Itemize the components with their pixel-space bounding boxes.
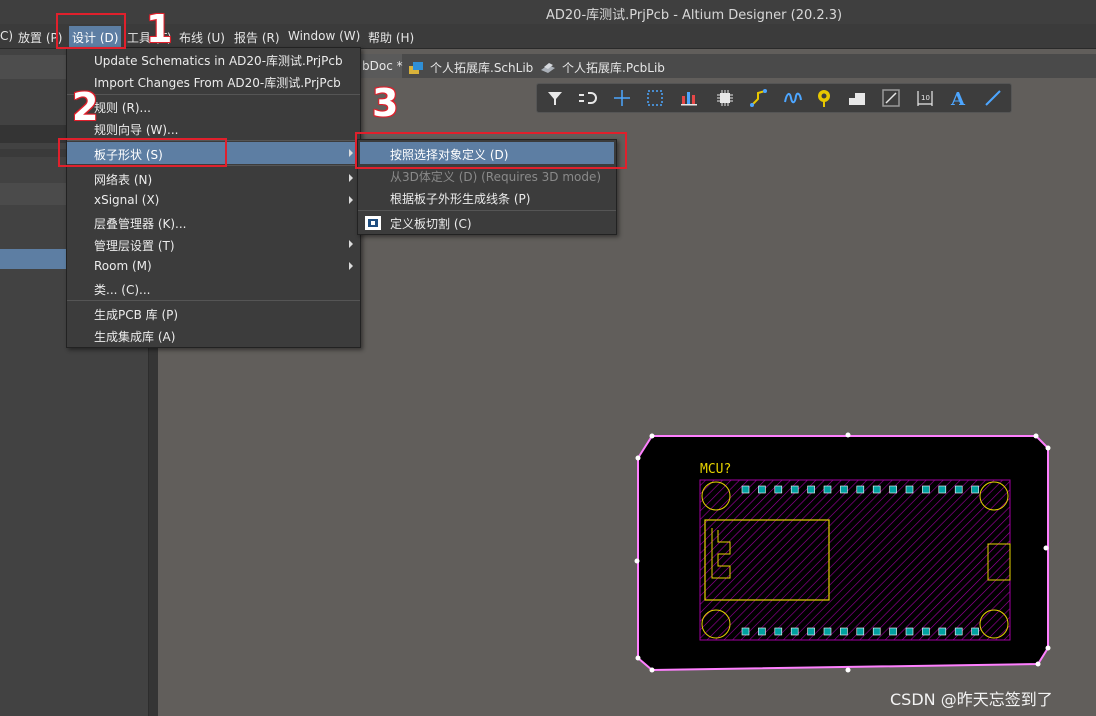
menu-manage-layer-sets[interactable]: 管理层设置 (T) [67,233,360,255]
annotation-box-board-shape [58,138,227,167]
pad[interactable] [905,627,914,636]
pad[interactable] [922,627,930,636]
submenu-create-primitives[interactable]: 根据板子外形生成线条 (P) [358,186,616,208]
menu-import-changes[interactable]: Import Changes From AD20-库测试.PrjPcb [67,70,360,92]
menu-make-integrated-library[interactable]: 生成集成库 (A) [67,324,360,346]
annotation-box-define-from-selected [355,132,627,169]
menu-room[interactable]: Room (M) [67,255,360,277]
pad[interactable] [823,627,832,636]
menu-classes[interactable]: 类... (C)... [67,277,360,299]
menu-layer-stack-manager[interactable]: 层叠管理器 (K)... [67,211,360,233]
via-icon[interactable] [815,88,835,108]
tab-label: 个人拓展库.SchLib [430,61,534,75]
menu-rules[interactable]: 规则 (R)... [67,95,360,117]
route-icon[interactable] [749,88,769,108]
pad[interactable] [938,627,947,636]
line-icon[interactable] [983,88,1003,108]
region-icon[interactable] [881,88,901,108]
menu-separator [67,300,360,301]
pad[interactable] [840,485,848,494]
text-icon[interactable]: A [949,88,969,110]
tab-pcb-doc[interactable]: bDoc * [358,54,403,78]
submenu-arrow-icon [349,240,353,248]
pad[interactable] [840,627,848,636]
active-bar-toolbar: 10 A [536,83,1012,113]
menu-netlist[interactable]: 网络表 (N) [67,167,360,189]
step-number-3: 3 [372,81,399,125]
pcb-board[interactable]: MCU? [630,428,1056,678]
menu-item-window[interactable]: Window (W) [288,29,360,43]
pad[interactable] [905,485,914,494]
pcblib-icon [540,61,556,75]
pad[interactable] [889,627,897,636]
pad[interactable] [774,485,783,494]
menu-xsignal[interactable]: xSignal (X) [67,189,360,211]
menu-rules-wizard[interactable]: 规则向导 (W)... [67,117,360,139]
pad[interactable] [971,627,979,636]
interactive-route-icon[interactable] [783,88,803,108]
pad[interactable] [856,627,865,636]
submenu-arrow-icon [349,262,353,270]
submenu-arrow-icon [349,149,353,157]
pad[interactable] [823,485,832,494]
menu-item-help[interactable]: 帮助 (H) [368,29,414,46]
annotation-box-design-menu [56,13,126,49]
submenu-arrow-icon [349,174,353,182]
pad[interactable] [790,627,799,636]
pad[interactable] [954,627,963,636]
submenu-arrow-icon [349,196,353,204]
menu-make-pcb-library[interactable]: 生成PCB 库 (P) [67,302,360,324]
tab-schlib[interactable]: 个人拓展库.SchLib [408,54,533,78]
fill-icon[interactable] [847,88,867,108]
pad[interactable] [807,627,815,636]
step-number-2: 2 [72,85,99,129]
menu-item-reports[interactable]: 报告 (R) [234,29,280,46]
pad[interactable] [856,485,865,494]
pad[interactable] [889,485,897,494]
mcu-footprint[interactable] [699,479,1011,641]
design-menu: Update Schematics in AD20-库测试.PrjPcb Imp… [66,47,361,348]
dimension-icon[interactable]: 10 [915,88,935,108]
component-icon[interactable] [715,88,735,108]
tab-label: bDoc * [362,59,403,73]
step-number-1: 1 [146,7,173,51]
pad[interactable] [922,485,930,494]
tab-label: 个人拓展库.PcbLib [562,61,665,75]
filter-icon[interactable] [545,88,565,108]
snap-icon[interactable] [577,88,597,108]
pad[interactable] [807,485,815,494]
svg-text:A: A [950,89,966,108]
pad[interactable] [741,627,750,636]
submenu-define-board-cutout[interactable]: 定义板切割 (C) [358,211,616,233]
pad[interactable] [954,485,963,494]
menu-update-schematics[interactable]: Update Schematics in AD20-库测试.PrjPcb [67,48,360,70]
pad[interactable] [872,485,881,494]
pad[interactable] [872,627,881,636]
pad[interactable] [971,485,979,494]
watermark: CSDN @昨天忘签到了 [890,690,1053,709]
align-icon[interactable] [679,88,699,108]
pad[interactable] [938,485,947,494]
pad[interactable] [790,485,799,494]
crosshair-icon[interactable] [612,88,632,108]
tab-pcblib[interactable]: 个人拓展库.PcbLib [540,54,665,78]
schlib-icon [408,61,424,75]
select-rect-icon[interactable] [645,88,665,108]
menu-item-route[interactable]: 布线 (U) [179,29,225,46]
window-title: AD20-库测试.PrjPcb - Altium Designer (20.2.… [546,8,843,23]
pad[interactable] [758,627,766,636]
pad[interactable] [758,485,766,494]
pad[interactable] [774,627,783,636]
pad[interactable] [741,485,750,494]
component-designator: MCU? [700,462,731,477]
svg-text:10: 10 [921,94,930,102]
menu-item-partial[interactable]: C) [0,29,13,43]
